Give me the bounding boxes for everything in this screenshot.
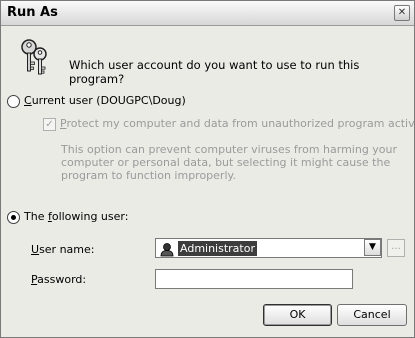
keys-icon — [21, 39, 47, 75]
current-user-accel: C — [24, 94, 32, 107]
following-user-label[interactable]: The following user: — [24, 210, 128, 223]
password-input[interactable] — [155, 269, 353, 289]
following-user-pre: The — [24, 210, 48, 223]
checkmark-icon: ✓ — [45, 119, 54, 130]
browse-button[interactable]: ... — [387, 239, 405, 257]
cancel-button[interactable]: Cancel — [337, 304, 407, 326]
title-bar: Run As ✕ — [1, 1, 414, 26]
password-label: Password: — [31, 273, 86, 286]
user-icon — [160, 243, 174, 257]
protect-label: Protect my computer and data from unauth… — [60, 117, 415, 130]
dialog-title: Run As — [7, 5, 58, 20]
following-user-radio[interactable] — [7, 211, 20, 224]
username-value: Administrator — [178, 241, 257, 256]
close-icon: ✕ — [397, 7, 407, 18]
radio-selected-dot — [11, 215, 16, 220]
run-as-dialog: Run As ✕ Which user account do you want … — [0, 0, 415, 338]
current-user-label[interactable]: Current user (DOUGPC\Doug) — [24, 94, 186, 107]
current-user-radio[interactable] — [7, 95, 20, 108]
close-button[interactable]: ✕ — [394, 5, 410, 21]
password-label-text: assword: — [37, 273, 87, 286]
protect-label-text: rotect my computer and data from unautho… — [66, 117, 415, 130]
chevron-down-icon: ▼ — [369, 242, 376, 252]
following-user-label-text: ollowing user: — [51, 210, 129, 223]
username-label: User name: — [31, 243, 94, 256]
current-user-label-text: urrent user (DOUGPC\Doug) — [31, 94, 186, 107]
protect-description: This option can prevent computer viruses… — [61, 143, 398, 182]
username-combobox[interactable]: Administrator — [155, 238, 382, 258]
username-accel: U — [31, 243, 40, 256]
username-label-text: ser name: — [39, 243, 95, 256]
protect-checkbox[interactable]: ✓ — [43, 118, 56, 131]
account-question: Which user account do you want to use to… — [69, 58, 360, 86]
browse-button-label: ... — [391, 241, 401, 252]
username-dropdown-button[interactable]: ▼ — [364, 239, 381, 256]
ok-button[interactable]: OK — [263, 304, 332, 326]
